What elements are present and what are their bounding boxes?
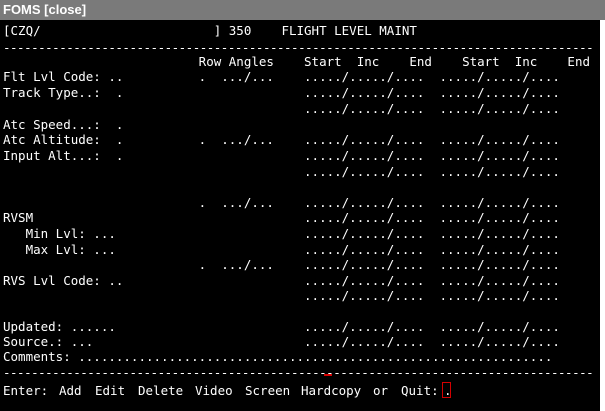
atc-altitude-row[interactable]: Atc Altitude: . . .../... ...../...../..…: [3, 132, 560, 147]
max-lvl-row[interactable]: Max Lvl: ... ...../...../.... ...../....…: [3, 242, 560, 257]
delete-command[interactable]: Delete: [138, 383, 183, 398]
input-alt-row[interactable]: Input Alt...: . ...../...../.... ...../.…: [3, 148, 560, 163]
header-divider: ----------------------------------------…: [3, 40, 594, 55]
rvsm-row[interactable]: RVSM ...../...../.... ...../...../....: [3, 210, 560, 225]
screen-command[interactable]: Screen: [245, 383, 290, 398]
footer-divider: ----------------------------------------…: [3, 365, 594, 380]
or-label: or: [373, 383, 389, 398]
terminal-screen: [CZQ/ ] 350 FLIGHT LEVEL MAINT ---------…: [0, 20, 600, 411]
quit-command[interactable]: Quit:: [401, 383, 439, 398]
window-title[interactable]: FOMS [close]: [3, 2, 86, 17]
column-headers: Row Angles Start Inc End Start Inc End: [3, 54, 590, 69]
add-command[interactable]: Add: [59, 383, 82, 398]
source-row[interactable]: Source.: ... ...../...../.... ...../....…: [3, 334, 560, 349]
edit-command[interactable]: Edit: [95, 383, 125, 398]
atc-speed-row[interactable]: Atc Speed...: .: [3, 117, 123, 132]
track-type-row[interactable]: Track Type..: . ...../...../.... ...../.…: [3, 85, 560, 100]
updated-row[interactable]: Updated: ...... ...../...../.... ...../.…: [3, 319, 560, 334]
angles-row-2[interactable]: . .../... ...../...../.... ...../...../.…: [3, 257, 560, 272]
rvs-lvl-code-row-2[interactable]: ...../...../.... ...../...../....: [3, 288, 560, 303]
angles-row[interactable]: . .../... ...../...../.... ...../...../.…: [3, 195, 560, 210]
rvs-lvl-code-row[interactable]: RVS Lvl Code: .. ...../...../.... ...../…: [3, 273, 560, 288]
input-alt-row-2[interactable]: ...../...../.... ...../...../....: [3, 164, 560, 179]
hardcopy-hotkey-marker: [324, 374, 332, 376]
track-type-row-2[interactable]: ...../...../.... ...../...../....: [3, 101, 560, 116]
header-line: [CZQ/ ] 350 FLIGHT LEVEL MAINT: [3, 23, 417, 38]
flt-lvl-code-row[interactable]: Flt Lvl Code: .. . .../... ...../...../.…: [3, 69, 560, 84]
command-prompt: Enter:: [3, 383, 49, 398]
comments-row[interactable]: Comments: ..............................…: [3, 349, 552, 364]
title-bar[interactable]: FOMS [close]: [0, 0, 605, 20]
video-command[interactable]: Video: [195, 383, 233, 398]
input-cursor[interactable]: [442, 382, 451, 398]
foms-window: FOMS [close] [CZQ/ ] 350 FLIGHT LEVEL MA…: [0, 0, 605, 411]
min-lvl-row[interactable]: Min Lvl: ... ...../...../.... ...../....…: [3, 226, 560, 241]
hardcopy-command[interactable]: Hardcopy: [301, 383, 361, 398]
